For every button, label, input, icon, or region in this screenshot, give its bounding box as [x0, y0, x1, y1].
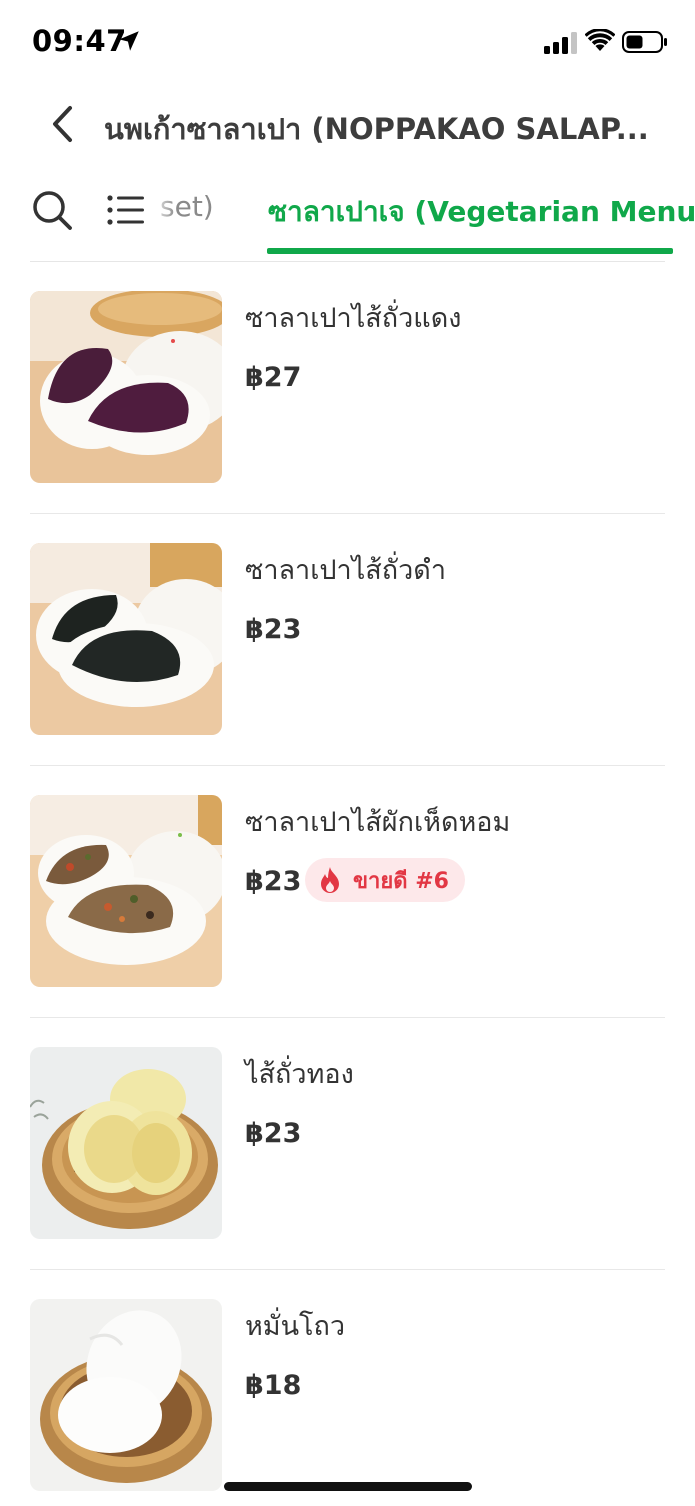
menu-item-name: ซาลาเปาไส้ถั่วแดง: [245, 303, 462, 334]
chevron-left-icon: [53, 106, 72, 142]
bestseller-badge-label: ขายดี #6: [353, 868, 449, 894]
list-icon[interactable]: [106, 192, 146, 228]
menu-item-name: ซาลาเปาไส้ผักเห็ดหอม: [245, 807, 511, 838]
bestseller-badge: ขายดี #6: [305, 858, 465, 902]
food-image-black-bean-bun: [30, 543, 222, 735]
menu-item-price: ฿23: [245, 614, 302, 645]
header: นพเก้าซาลาเปา (NOPPAKAO SALAP...: [0, 88, 695, 164]
status-time: 09:47: [32, 24, 127, 58]
menu-item[interactable]: ไส้ถั่วทอง ฿23: [0, 1018, 695, 1270]
food-image-mung-bean-bun: [30, 1047, 222, 1239]
food-image-vegetable-mushroom-bun: [30, 795, 222, 987]
menu-item-price: ฿23: [245, 1118, 302, 1149]
back-button[interactable]: [40, 102, 84, 146]
screen: 09:47 นพเก้าซาลาเปา (NOPPAKAO SALAP... s…: [0, 0, 695, 1506]
menu-item[interactable]: หมั่นโถว ฿18: [0, 1270, 695, 1506]
status-bar: 09:47: [0, 0, 695, 88]
menu-item-name: หมั่นโถว: [245, 1311, 346, 1342]
home-indicator[interactable]: [224, 1482, 472, 1491]
tab-vegetarian-menu[interactable]: ซาลาเปาเจ (Vegetarian Menu): [268, 190, 695, 234]
location-arrow-icon: [119, 31, 139, 51]
page-title: นพเก้าซาลาเปา (NOPPAKAO SALAP...: [104, 112, 649, 146]
fire-icon: [321, 867, 339, 893]
category-tabbar: set) ซาลาเปาเจ (Vegetarian Menu): [0, 178, 695, 262]
wifi-icon: [585, 29, 615, 51]
tab-fade-overlay: [150, 184, 176, 234]
battery-icon: [622, 31, 667, 53]
active-tab-indicator: [267, 248, 673, 254]
food-image-red-bean-bun: [30, 291, 222, 483]
menu-item-price: ฿23: [245, 866, 302, 897]
menu-item-price: ฿27: [245, 362, 302, 393]
food-image-mantou: [30, 1299, 222, 1491]
menu-item[interactable]: ซาลาเปาไส้ถั่วแดง ฿27: [0, 262, 695, 514]
menu-item-price: ฿18: [245, 1370, 302, 1401]
search-icon[interactable]: [30, 188, 74, 232]
menu-item-name: ไส้ถั่วทอง: [245, 1059, 354, 1090]
menu-item[interactable]: ซาลาเปาไส้ถั่วดำ ฿23: [0, 514, 695, 766]
cellular-signal-icon: [544, 32, 577, 54]
menu-item-name: ซาลาเปาไส้ถั่วดำ: [245, 555, 446, 586]
menu-list: ซาลาเปาไส้ถั่วแดง ฿27 ซาลาเปาไส้ถั่วดำ ฿…: [0, 262, 695, 1506]
